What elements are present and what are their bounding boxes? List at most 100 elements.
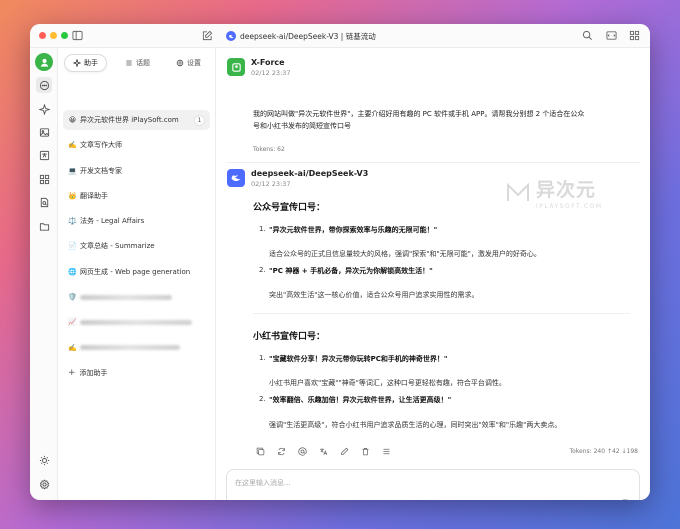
assistant-label: 文章写作大师	[80, 141, 122, 150]
assistant-item-blurred-3[interactable]: ✍️	[63, 338, 210, 358]
assistant-item-dev-docs[interactable]: 💻 开发文档专家	[63, 161, 210, 181]
layout-grid-icon[interactable]	[629, 30, 640, 41]
tab-assistants[interactable]: 助手	[64, 54, 107, 72]
assistant-label: 网页生成 - Web page generation	[80, 267, 191, 276]
assistant-item-webpage[interactable]: 🌐 网页生成 - Web page generation	[63, 262, 210, 282]
send-controls	[601, 499, 631, 500]
section2-item2-num: 2.	[259, 395, 266, 403]
ai-message-time: 02/12 23:37	[251, 180, 291, 188]
blurred-label	[80, 345, 180, 351]
ai-sender-name: deepseek-ai/DeepSeek-V3	[251, 169, 369, 178]
minimize-window-button[interactable]	[50, 32, 57, 39]
mention-icon[interactable]	[297, 446, 307, 456]
assistant-emoji: 😀	[68, 116, 77, 124]
list-icon	[126, 60, 132, 66]
tab-settings[interactable]: 设置	[168, 54, 209, 72]
app-window: deepseek-ai/DeepSeek-V3 | 链基流动 助手 话题 设置 …	[30, 24, 650, 500]
user-message-avatar	[227, 58, 245, 76]
assistant-emoji: 📄	[68, 242, 77, 251]
section1-item1-desc: 适合公众号的正式且信息量较大的风格，强调"探索"和"无限可能"，激发用户的好奇心…	[269, 250, 541, 258]
section2-item1-num: 1.	[259, 354, 266, 362]
assistant-label: 文章总结 - Summarize	[80, 242, 155, 251]
settings-gear-icon[interactable]	[36, 476, 52, 492]
assistant-emoji: ⚖️	[68, 217, 77, 226]
iplaysoft-watermark: 异次元 IPLAYSOFT.COM	[506, 175, 603, 210]
plus-icon: +	[68, 367, 76, 378]
assistant-item-blurred-2[interactable]: 📈	[63, 312, 210, 332]
section1-item2-slogan: "PC 神器 + 手机必备，异次元为你解锁高效生活！"	[269, 267, 433, 275]
user-message-tokens: Tokens: 62	[253, 146, 285, 153]
section2-title: 小红书宣传口号：	[253, 332, 326, 342]
user-message-time: 02/12 23:37	[251, 69, 291, 77]
assistant-item-translator[interactable]: 👑 翻译助手	[63, 186, 210, 206]
expand-icon[interactable]	[606, 30, 617, 41]
copy-icon[interactable]	[255, 446, 265, 456]
tab-topics[interactable]: 话题	[117, 54, 158, 72]
section1-title: 公众号宣传口号：	[253, 203, 326, 213]
section2-item2-slogan: "效率翻倍、乐趣加倍！异次元软件世界，让生活更高级！"	[269, 396, 452, 404]
panel-tabs: 助手 话题 设置	[64, 54, 209, 72]
assistant-emoji: ✍️	[68, 141, 77, 150]
add-assistant-button[interactable]: + 添加助手	[63, 363, 210, 383]
sidebar-toggle-icon[interactable]	[72, 30, 83, 41]
new-chat-icon[interactable]	[202, 30, 213, 41]
assistant-emoji: 🛡️	[68, 293, 77, 302]
section2-item1-slogan: "宝藏软件分享！异次元带你玩转PC和手机的神奇世界！"	[269, 355, 448, 363]
deepseek-logo-icon	[226, 31, 236, 41]
assistant-emoji: 👑	[68, 191, 77, 200]
tab-assistants-label: 助手	[84, 59, 98, 67]
chat-nav-icon[interactable]	[36, 77, 52, 93]
delete-icon[interactable]	[360, 446, 370, 456]
add-assistant-label: 添加助手	[79, 368, 108, 377]
ai-message-avatar	[227, 169, 245, 187]
assistant-label: 异次元软件世界 iPlaySoft.com	[80, 116, 179, 124]
assistant-item-iplaysoft[interactable]: 😀 异次元软件世界 iPlaySoft.com 1	[63, 110, 210, 130]
edit-icon[interactable]	[339, 446, 349, 456]
chat-area: 异次元 IPLAYSOFT.COM X-Force 02/12 23:37 我的…	[216, 48, 650, 500]
assistant-item-blurred-1[interactable]: 🛡️	[63, 287, 210, 307]
ai-message-header: deepseek-ai/DeepSeek-V3 02/12 23:37	[227, 169, 368, 188]
watermark-en: IPLAYSOFT.COM	[536, 203, 603, 210]
message-input-placeholder[interactable]: 在这里输入消息...	[235, 478, 291, 488]
gear-icon	[176, 59, 184, 67]
assistant-label: 翻译助手	[80, 191, 108, 200]
apps-grid-icon[interactable]	[36, 171, 52, 187]
assistant-label: 开发文档专家	[80, 166, 122, 175]
title-bar: deepseek-ai/DeepSeek-V3 | 链基流动	[30, 24, 650, 48]
assistant-panel: 助手 话题 设置 😀 异次元软件世界 iPlaySoft.com 1 ✍️ 文章…	[58, 48, 216, 500]
knowledge-nav-icon[interactable]	[36, 194, 52, 210]
user-message-header: X-Force 02/12 23:37	[227, 58, 291, 77]
regenerate-icon[interactable]	[276, 446, 286, 456]
section2-item1-desc: 小红书用户喜欢"宝藏""神奇"等词汇，这种口号更轻松有趣，符合平台调性。	[269, 379, 506, 387]
close-window-button[interactable]	[39, 32, 46, 39]
translate-icon[interactable]	[318, 446, 328, 456]
window-title: deepseek-ai/DeepSeek-V3 | 链基流动	[226, 30, 376, 42]
search-icon[interactable]	[582, 30, 593, 41]
user-icon	[231, 62, 241, 72]
assistant-item-writer[interactable]: ✍️ 文章写作大师	[63, 135, 210, 155]
translate-nav-icon[interactable]	[36, 147, 52, 163]
tab-topics-label: 话题	[136, 59, 150, 67]
ai-message-tokens: Tokens: 240 ↑42 ↓198	[569, 448, 638, 455]
section2-item2-desc: 强调"生活更高级"，符合小红书用户追求品质生活的心理，同时突出"效率"和"乐趣"…	[269, 421, 562, 429]
message-divider	[226, 162, 640, 163]
maximize-window-button[interactable]	[61, 32, 68, 39]
user-avatar[interactable]	[35, 53, 53, 71]
message-input-box[interactable]: 在这里输入消息...	[226, 469, 640, 500]
assistant-item-legal[interactable]: ⚖️ 法务 - Legal Affairs	[63, 211, 210, 231]
user-message-line2: 号和小红书发布的简短宣传口号	[253, 122, 351, 130]
image-nav-icon[interactable]	[36, 124, 52, 140]
send-button[interactable]	[619, 499, 631, 500]
section1-item2-num: 2.	[259, 266, 266, 274]
assistant-emoji: ✍️	[68, 343, 77, 352]
folder-nav-icon[interactable]	[36, 218, 52, 234]
agents-sparkle-icon[interactable]	[36, 101, 52, 117]
more-menu-icon[interactable]	[381, 446, 391, 456]
assistant-emoji: 📈	[68, 318, 77, 327]
section1-item1-num: 1.	[259, 225, 266, 233]
theme-sun-icon[interactable]	[36, 452, 52, 468]
window-title-text: deepseek-ai/DeepSeek-V3 | 链基流动	[240, 31, 376, 41]
user-sender-name: X-Force	[251, 58, 285, 67]
assistant-item-summarize[interactable]: 📄 文章总结 - Summarize	[63, 236, 210, 256]
watermark-cn: 异次元	[536, 179, 597, 201]
